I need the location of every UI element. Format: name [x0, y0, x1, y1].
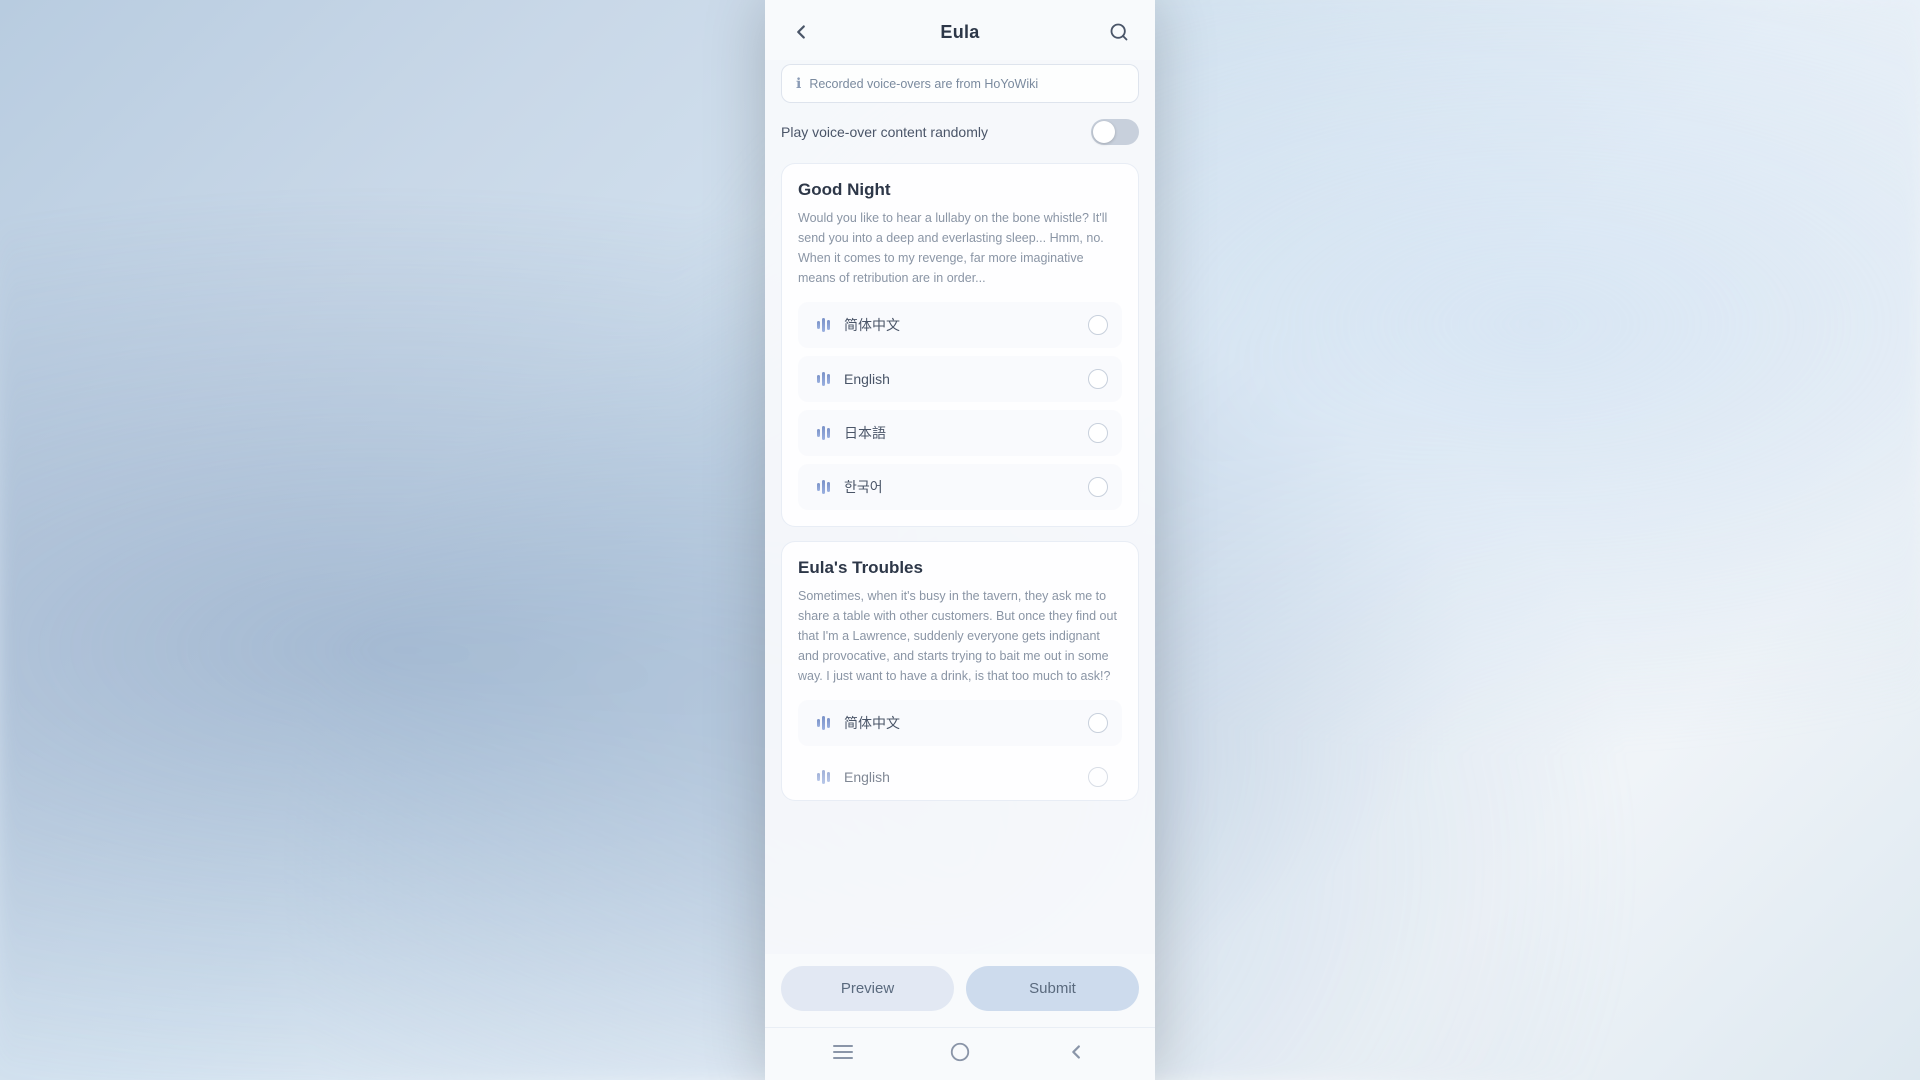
lang-name-ja: 日本語: [844, 423, 886, 443]
lang-option-good-night-ja[interactable]: 日本語: [798, 410, 1122, 456]
phone-container: Eula ℹ Recorded voice-overs are from HoY…: [765, 0, 1155, 1080]
menu-nav-icon[interactable]: [829, 1038, 857, 1066]
radio-troubles-zh[interactable]: [1088, 713, 1108, 733]
section-eulas-troubles: Eula's Troubles Sometimes, when it's bus…: [781, 541, 1139, 801]
info-banner: ℹ Recorded voice-overs are from HoYoWiki: [781, 64, 1139, 103]
lang-name-troubles-en: English: [844, 769, 890, 785]
lang-name-en: English: [844, 371, 890, 387]
radio-good-night-ko[interactable]: [1088, 477, 1108, 497]
radio-good-night-zh[interactable]: [1088, 315, 1108, 335]
lang-option-troubles-zh[interactable]: 简体中文: [798, 700, 1122, 746]
scroll-area: Good Night Would you like to hear a lull…: [765, 163, 1155, 954]
section-good-night: Good Night Would you like to hear a lull…: [781, 163, 1139, 527]
lang-name-troubles-zh: 简体中文: [844, 713, 900, 733]
toggle-row: Play voice-over content randomly: [781, 115, 1139, 149]
info-text: Recorded voice-overs are from HoYoWiki: [809, 77, 1038, 91]
toggle-label: Play voice-over content randomly: [781, 124, 988, 140]
lang-option-good-night-en[interactable]: English: [798, 356, 1122, 402]
header: Eula: [765, 0, 1155, 60]
lang-option-troubles-en[interactable]: English: [798, 754, 1122, 792]
search-button[interactable]: [1103, 16, 1135, 48]
lang-option-good-night-zh[interactable]: 简体中文: [798, 302, 1122, 348]
radio-good-night-ja[interactable]: [1088, 423, 1108, 443]
radio-good-night-en[interactable]: [1088, 369, 1108, 389]
random-toggle[interactable]: [1091, 119, 1139, 145]
bottom-nav: [765, 1027, 1155, 1080]
section-title-good-night: Good Night: [798, 180, 1122, 200]
home-nav-icon[interactable]: [946, 1038, 974, 1066]
sound-icon: [812, 476, 834, 498]
section-desc-good-night: Would you like to hear a lullaby on the …: [798, 208, 1122, 288]
sound-icon: [812, 766, 834, 788]
sound-icon: [812, 712, 834, 734]
lang-name-ko: 한국어: [844, 477, 883, 497]
section-title-eulas-troubles: Eula's Troubles: [798, 558, 1122, 578]
info-icon: ℹ: [796, 75, 801, 92]
back-button[interactable]: [785, 16, 817, 48]
section-desc-eulas-troubles: Sometimes, when it's busy in the tavern,…: [798, 586, 1122, 686]
lang-name-zh: 简体中文: [844, 315, 900, 335]
action-bar: Preview Submit: [765, 954, 1155, 1027]
sound-icon: [812, 422, 834, 444]
sound-icon: [812, 368, 834, 390]
sound-icon: [812, 314, 834, 336]
page-title: Eula: [940, 22, 979, 43]
back-nav-icon[interactable]: [1063, 1038, 1091, 1066]
preview-button[interactable]: Preview: [781, 966, 954, 1011]
lang-option-good-night-ko[interactable]: 한국어: [798, 464, 1122, 510]
radio-troubles-en[interactable]: [1088, 767, 1108, 787]
submit-button[interactable]: Submit: [966, 966, 1139, 1011]
